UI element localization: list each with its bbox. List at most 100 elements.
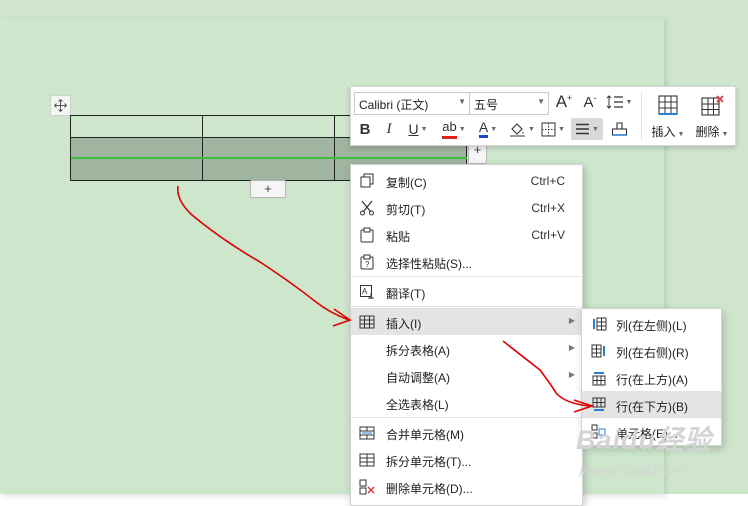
table-insert-icon xyxy=(658,95,678,115)
chevron-down-icon: ▼ xyxy=(558,125,565,133)
svg-text:A: A xyxy=(362,287,368,296)
eraser-button[interactable] xyxy=(607,119,631,139)
format-painter-icon xyxy=(611,122,627,136)
table-cell[interactable] xyxy=(70,137,203,159)
font-color-icon: A xyxy=(478,120,489,138)
svg-text:?: ? xyxy=(365,260,370,269)
highlight-button[interactable]: ab ▼ xyxy=(437,119,471,139)
menu-item-split-cells[interactable]: 拆分单元格(T)... xyxy=(351,446,582,473)
chevron-down-icon: ▼ xyxy=(528,125,535,133)
borders-button[interactable]: ▼ xyxy=(539,119,567,139)
menu-item-paste-special[interactable]: ? 选择性粘贴(S)... xyxy=(351,248,582,275)
submenu-item-label: 列(在右侧)(R) xyxy=(616,346,689,360)
delete-label: 删除 ▼ xyxy=(689,123,735,140)
menu-item-shortcut: Ctrl+C xyxy=(530,174,565,188)
font-size-select[interactable]: 五号 ▼ xyxy=(469,92,549,115)
line-spacing-button[interactable]: ▼ xyxy=(605,92,633,112)
menu-item-label: 拆分单元格(T)... xyxy=(386,455,472,469)
menu-item-insert[interactable]: 插入(I) ▶ xyxy=(351,308,582,335)
submenu-item-col-right[interactable]: 列(在右侧)(R) xyxy=(582,337,721,364)
table-delete-icon xyxy=(701,95,724,116)
highlight-icon: ab xyxy=(442,119,457,139)
menu-separator xyxy=(351,417,582,418)
watermark-url: jingyan.baidu.com xyxy=(580,462,685,477)
add-row-button[interactable]: + xyxy=(250,180,286,198)
table-cell[interactable] xyxy=(202,115,335,138)
underline-icon: U xyxy=(408,121,419,137)
line-spacing-icon xyxy=(606,95,623,109)
chevron-down-icon: ▼ xyxy=(721,131,729,138)
paste-special-icon: ? xyxy=(360,254,374,270)
submenu-item-row-above[interactable]: 行(在上方)(A) xyxy=(582,364,721,391)
menu-item-label: 删除单元格(D)... xyxy=(386,482,473,496)
chevron-down-icon: ▼ xyxy=(420,125,428,133)
submenu-item-col-left[interactable]: 列(在左侧)(L) xyxy=(582,310,721,337)
menu-item-label: 剪切(T) xyxy=(386,203,426,217)
chevron-right-icon: ▶ xyxy=(568,316,575,325)
underline-button[interactable]: U ▼ xyxy=(403,119,433,139)
table-move-handle[interactable] xyxy=(50,95,71,116)
table-cell[interactable] xyxy=(202,158,335,181)
bold-button[interactable]: B xyxy=(355,119,375,139)
menu-item-autofit[interactable]: 自动调整(A) ▶ xyxy=(351,362,582,389)
menu-item-label: 拆分表格(A) xyxy=(386,344,450,358)
menu-item-paste[interactable]: 粘贴 Ctrl+V xyxy=(351,221,582,248)
menu-item-translate[interactable]: A 翻译(T) xyxy=(351,278,582,305)
insert-label: 插入 ▼ xyxy=(645,123,691,140)
submenu-item-label: 行(在上方)(A) xyxy=(616,373,688,387)
context-menu: 复制(C) Ctrl+C 剪切(T) Ctrl+X 粘贴 Ctrl+V ? 选择… xyxy=(350,164,583,506)
menu-item-label: 全选表格(L) xyxy=(386,398,449,412)
align-icon xyxy=(576,123,590,135)
table-cell[interactable] xyxy=(70,115,203,138)
chevron-right-icon: ▶ xyxy=(568,370,575,379)
shading-button[interactable]: ▼ xyxy=(507,119,537,139)
grow-font-plus: + xyxy=(567,92,573,103)
font-color-button[interactable]: A ▼ xyxy=(473,119,503,139)
mini-toolbar: Calibri (正文) ▼ 五号 ▼ A + A- ▼ B I U ▼ ab ▼ A… xyxy=(350,86,736,146)
chevron-down-icon: ▼ xyxy=(458,97,466,106)
paint-bucket-icon xyxy=(510,122,526,136)
italic-button[interactable]: I xyxy=(379,119,399,139)
watermark: Baidu经验 jingyan.baidu.com xyxy=(576,418,746,494)
menu-separator xyxy=(351,276,582,277)
menu-item-label: 自动调整(A) xyxy=(386,371,450,385)
menu-item-label: 插入(I) xyxy=(386,317,422,331)
menu-item-copy[interactable]: 复制(C) Ctrl+C xyxy=(351,167,582,194)
menu-item-split-table[interactable]: 拆分表格(A) ▶ xyxy=(351,335,582,362)
menu-item-label: 粘贴 xyxy=(386,230,411,244)
delete-text: 删除 xyxy=(695,125,720,139)
split-cells-icon xyxy=(359,453,375,467)
delete-cells-icon xyxy=(359,479,375,495)
shrink-font-button[interactable]: A- xyxy=(579,92,601,112)
copy-icon xyxy=(360,173,374,188)
menu-separator xyxy=(351,306,582,307)
grow-font-button[interactable]: A + xyxy=(553,92,575,112)
move-icon xyxy=(54,99,67,112)
chevron-down-icon: ▼ xyxy=(625,98,633,106)
watermark-logo: Baidu经验 xyxy=(576,425,713,455)
submenu-item-row-below[interactable]: 行(在下方)(B) xyxy=(582,391,721,418)
insert-row-below-icon xyxy=(592,397,606,411)
chevron-right-icon: ▶ xyxy=(568,343,575,352)
align-button[interactable]: ▼ xyxy=(571,118,603,140)
table-cell[interactable] xyxy=(70,158,203,181)
submenu-item-label: 列(在左侧)(L) xyxy=(616,319,687,333)
menu-item-select-table[interactable]: 全选表格(L) xyxy=(351,389,582,416)
font-name-value: Calibri (正文) xyxy=(359,98,429,112)
chevron-down-icon: ▼ xyxy=(677,131,685,138)
chevron-down-icon: ▼ xyxy=(592,125,599,133)
grow-font-icon: A xyxy=(555,92,568,111)
menu-item-merge-cells[interactable]: 合并单元格(M) xyxy=(351,419,582,446)
font-name-select[interactable]: Calibri (正文) ▼ xyxy=(354,92,470,115)
menu-item-cut[interactable]: 剪切(T) Ctrl+X xyxy=(351,194,582,221)
chevron-down-icon: ▼ xyxy=(490,125,498,133)
borders-icon xyxy=(541,122,556,136)
menu-item-delete-cells[interactable]: 删除单元格(D)... xyxy=(351,473,582,500)
menu-item-label: 选择性粘贴(S)... xyxy=(386,257,472,271)
insert-button[interactable]: 插入 ▼ xyxy=(645,91,691,141)
delete-button[interactable]: 删除 ▼ xyxy=(689,91,735,141)
submenu-item-label: 行(在下方)(B) xyxy=(616,400,688,414)
translate-icon: A xyxy=(360,285,374,299)
table-cell[interactable] xyxy=(202,137,335,159)
paste-icon xyxy=(360,227,374,243)
